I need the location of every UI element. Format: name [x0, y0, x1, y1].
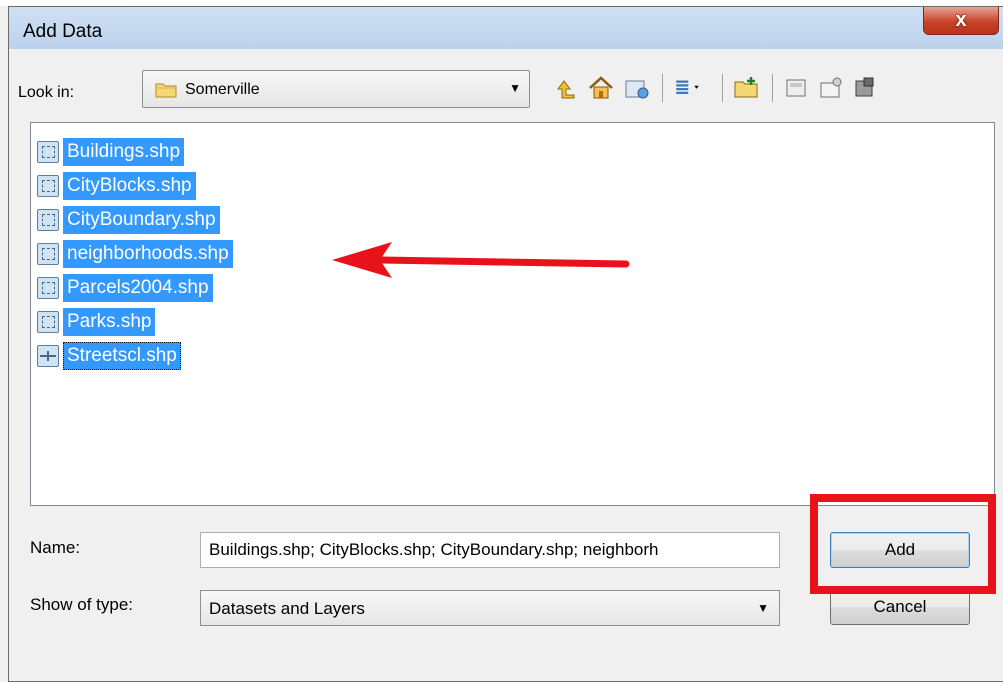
chevron-down-icon: ▼ — [509, 81, 521, 95]
file-name: Buildings.shp — [63, 138, 185, 166]
toolbar-separator — [662, 74, 663, 102]
file-name: neighborhoods.shp — [63, 240, 233, 268]
cancel-button[interactable]: Cancel — [830, 589, 970, 625]
list-item[interactable]: Buildings.shp — [37, 137, 185, 167]
polygon-shapefile-icon — [37, 311, 59, 333]
window-left-edge — [0, 6, 8, 682]
polygon-shapefile-icon — [37, 209, 59, 231]
file-name: CityBoundary.shp — [63, 206, 220, 234]
polygon-shapefile-icon — [37, 277, 59, 299]
view-menu-icon[interactable] — [674, 72, 704, 104]
show-of-type-value: Datasets and Layers — [209, 599, 365, 618]
chevron-down-icon: ▼ — [757, 601, 769, 615]
new-folder-icon[interactable] — [732, 72, 762, 104]
toolbar-separator — [722, 74, 723, 102]
database-connect-icon[interactable] — [850, 72, 880, 104]
red-highlight-annotation — [810, 494, 996, 594]
show-of-type-dropdown[interactable]: Datasets and Layers ▼ — [200, 590, 780, 626]
name-input[interactable]: Buildings.shp; CityBlocks.shp; CityBound… — [200, 532, 780, 568]
line-shapefile-icon — [37, 345, 59, 367]
polygon-shapefile-icon — [37, 141, 59, 163]
folder-icon — [155, 83, 177, 98]
show-of-type-label: Show of type: — [30, 595, 134, 614]
close-button[interactable]: x — [923, 7, 999, 35]
file-name: CityBlocks.shp — [63, 172, 196, 200]
up-one-level-icon[interactable] — [550, 72, 580, 104]
file-name: Streetscl.shp — [63, 342, 181, 370]
toolbox-icon[interactable] — [816, 72, 846, 104]
look-in-value: Somerville — [185, 81, 260, 98]
home-icon[interactable] — [586, 72, 616, 104]
close-icon: x — [955, 9, 967, 31]
list-item[interactable]: neighborhoods.shp — [37, 239, 233, 269]
list-item[interactable]: CityBlocks.shp — [37, 171, 196, 201]
file-name: Parcels2004.shp — [63, 274, 213, 302]
red-arrow-annotation — [332, 242, 630, 278]
list-item[interactable]: Streetscl.shp — [37, 341, 181, 371]
polygon-shapefile-icon — [37, 243, 59, 265]
list-item[interactable]: CityBoundary.shp — [37, 205, 220, 235]
catalog-icon[interactable] — [782, 72, 812, 104]
polygon-shapefile-icon — [37, 175, 59, 197]
title-bar[interactable]: Add Data x — [9, 7, 1003, 49]
name-input-value: Buildings.shp; CityBlocks.shp; CityBound… — [209, 540, 659, 559]
look-in-label: Look in: — [18, 84, 75, 101]
dialog-title: Add Data — [23, 21, 103, 42]
connect-to-folder-icon[interactable] — [622, 72, 652, 104]
list-item[interactable]: Parks.shp — [37, 307, 156, 337]
look-in-dropdown[interactable]: Somerville ▼ — [142, 70, 530, 108]
file-list[interactable]: Buildings.shp CityBlocks.shp CityBoundar… — [30, 122, 995, 506]
name-label: Name: — [30, 538, 81, 557]
list-item[interactable]: Parcels2004.shp — [37, 273, 213, 303]
file-name: Parks.shp — [63, 308, 156, 336]
toolbar-separator — [772, 74, 773, 102]
